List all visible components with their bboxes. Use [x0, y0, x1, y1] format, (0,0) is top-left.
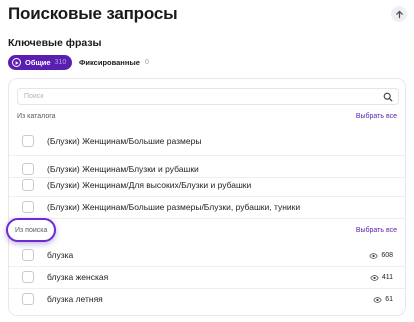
eye-icon — [369, 252, 378, 259]
search-select-all-link[interactable]: Выбрать все — [356, 227, 397, 234]
list-item-text: блузка — [47, 250, 74, 260]
keywords-panel: Поиск Из каталога Выбрать все (Блузки) Ж… — [8, 78, 406, 316]
views-count: 61 — [373, 296, 393, 303]
views-value: 411 — [381, 274, 393, 281]
tab-fixed[interactable]: Фиксированные 0 — [79, 55, 149, 70]
page-title: Поисковые запросы — [8, 4, 178, 23]
tab-fixed-count: 0 — [144, 59, 149, 66]
list-item[interactable]: блузка летняя — [22, 291, 103, 307]
list-item[interactable]: (Блузки) Женщинам/Для высоких/Блузки и р… — [22, 177, 251, 193]
divider — [9, 196, 405, 197]
checkbox[interactable] — [22, 135, 34, 147]
catalog-select-all-link[interactable]: Выбрать все — [356, 113, 397, 120]
views-value: 608 — [381, 252, 393, 259]
list-item[interactable]: (Блузки) Женщинам/Большие размеры — [22, 133, 201, 149]
tab-fixed-label: Фиксированные — [79, 58, 140, 67]
list-item-text: (Блузки) Женщинам/Блузки и рубашки — [47, 164, 199, 174]
section-title: Ключевые фразы — [8, 37, 102, 49]
divider — [9, 218, 405, 219]
views-value: 61 — [385, 296, 393, 303]
search-section-label: Из поиска — [15, 226, 48, 234]
list-item-text: (Блузки) Женщинам/Большие размеры — [47, 136, 202, 146]
search-section-label-highlight: Из поиска — [6, 218, 56, 242]
catalog-section-label: Из каталога — [17, 113, 56, 120]
list-item-text: блузка женская — [47, 272, 109, 282]
search-placeholder: Поиск — [24, 93, 44, 100]
views-count: 411 — [370, 274, 393, 281]
checkbox[interactable] — [22, 179, 34, 191]
checkbox[interactable] — [22, 249, 34, 261]
divider — [9, 266, 405, 267]
divider — [9, 288, 405, 289]
search-icon[interactable] — [383, 92, 393, 102]
arrow-up-icon — [395, 10, 403, 18]
list-item-text: (Блузки) Женщинам/Для высоких/Блузки и р… — [47, 180, 252, 190]
list-item[interactable]: блузка — [22, 247, 73, 263]
checkbox[interactable] — [22, 163, 34, 175]
eye-icon — [373, 296, 382, 303]
play-circle-icon — [12, 58, 21, 67]
list-item[interactable]: (Блузки) Женщинам/Большие размеры/Блузки… — [22, 199, 300, 215]
scroll-top-button[interactable] — [391, 6, 407, 22]
eye-icon — [370, 274, 379, 281]
list-item[interactable]: блузка женская — [22, 269, 108, 285]
divider — [9, 155, 405, 156]
tab-general-label: Общие — [25, 58, 51, 67]
tab-general-count: 310 — [54, 59, 67, 66]
search-input[interactable]: Поиск — [17, 88, 399, 105]
views-count: 608 — [369, 252, 393, 259]
tab-general[interactable]: Общие 310 — [8, 55, 72, 70]
list-item-text: (Блузки) Женщинам/Большие размеры/Блузки… — [47, 202, 301, 212]
checkbox[interactable] — [22, 201, 34, 213]
checkbox[interactable] — [22, 293, 34, 305]
checkbox[interactable] — [22, 271, 34, 283]
list-item-text: блузка летняя — [47, 294, 103, 304]
list-item[interactable]: (Блузки) Женщинам/Блузки и рубашки — [22, 161, 199, 177]
